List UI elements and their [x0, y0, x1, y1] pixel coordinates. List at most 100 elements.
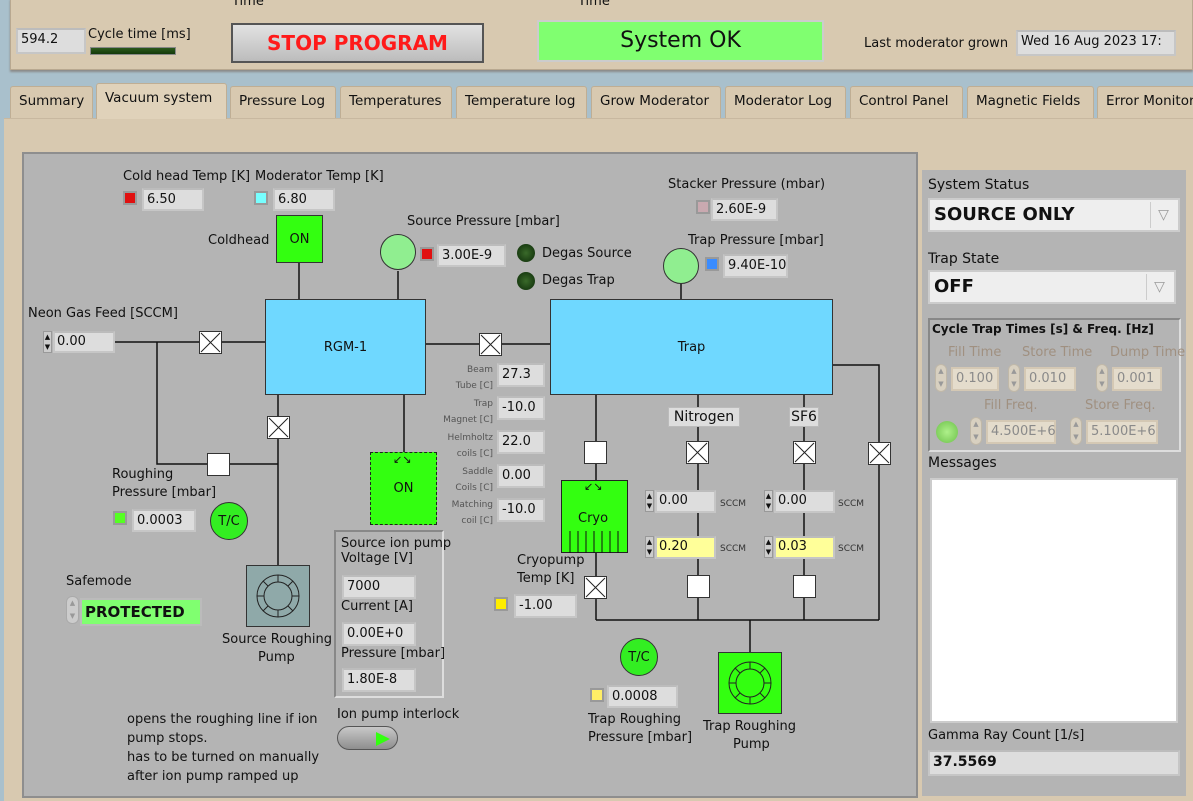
- trap-roughing-pump-label-1: Trap Roughing: [703, 719, 796, 734]
- trap-roughing-pump[interactable]: [718, 652, 782, 714]
- sccm-unit: SCCM: [838, 499, 865, 509]
- trap-magnet-temp: -10.0: [497, 396, 545, 420]
- sf6-actual-value: 0.00: [774, 490, 835, 513]
- neon-stepper[interactable]: ▲ ▼: [43, 331, 52, 353]
- ion-pump-interlock-label: Ion pump interlock: [337, 707, 460, 722]
- pressure-label: Pressure [mbar]: [341, 646, 446, 661]
- valve-cryo-roughing-icon[interactable]: [584, 576, 607, 599]
- trap-state-label: Trap State: [928, 251, 1000, 267]
- dump-time-input[interactable]: 0.001: [1112, 367, 1162, 391]
- fill-freq-stepper[interactable]: ▲ ▼: [970, 417, 982, 445]
- toggle-indicator-icon: [376, 732, 390, 746]
- fill-time-stepper[interactable]: ▲ ▼: [935, 364, 947, 392]
- cryopump-led: [494, 597, 508, 611]
- nitrogen-actual-stepper[interactable]: ▲ ▼: [645, 490, 654, 512]
- neon-gas-label: Neon Gas Feed [SCCM]: [28, 306, 178, 321]
- nitrogen-setpoint-input[interactable]: 0.20: [655, 536, 716, 559]
- fill-time-input[interactable]: 0.100: [951, 367, 999, 391]
- tc-gauge-trap: T/C: [620, 638, 658, 676]
- valve-cryo-open-icon[interactable]: [584, 441, 607, 464]
- trap-roughing-label-2: Pressure [mbar]: [588, 730, 693, 745]
- system-status-label: System Status: [928, 177, 1030, 193]
- degas-trap-led[interactable]: [517, 272, 535, 290]
- ion-pump-voltage: 7000: [342, 575, 416, 599]
- nitrogen-set-stepper[interactable]: ▲ ▼: [645, 536, 654, 558]
- cycle-trap-title: Cycle Trap Times [s] & Freq. [Hz]: [932, 322, 1154, 336]
- chevron-down-icon[interactable]: ▽: [1150, 202, 1176, 228]
- valve-sf6-icon[interactable]: [793, 441, 816, 464]
- stacker-led: [696, 200, 710, 214]
- coldhead-toggle[interactable]: ON: [276, 215, 323, 263]
- ion-pump-state: ON: [393, 481, 414, 496]
- coldhead-label: Coldhead: [208, 233, 270, 248]
- cryopump-temp-label-1: Cryopump: [517, 553, 585, 568]
- temp-label: Saddle Coils [C]: [455, 467, 493, 493]
- cold-head-led: [123, 191, 137, 205]
- valve-roughing-open-icon[interactable]: [207, 453, 230, 476]
- source-roughing-pump-label-2: Pump: [258, 650, 295, 665]
- valve-nitrogen-bottom-icon[interactable]: [687, 575, 710, 598]
- ion-pump-interlock-toggle[interactable]: [337, 726, 398, 750]
- sf6-actual-stepper[interactable]: ▲ ▼: [764, 490, 773, 512]
- degas-trap-label: Degas Trap: [542, 273, 615, 288]
- safemode-value[interactable]: PROTECTED: [80, 598, 202, 626]
- source-pressure-led: [420, 247, 434, 261]
- interlock-note: opens the roughing line if ion pump stops…: [127, 712, 320, 784]
- rgm-1-chamber: RGM-1: [265, 299, 426, 395]
- ion-pump-toggle[interactable]: ON ↙↘: [370, 452, 437, 525]
- temp-label: Matching coil [C]: [451, 500, 493, 526]
- trap-pressure-led: [705, 257, 719, 271]
- nitrogen-actual-value: 0.00: [655, 490, 716, 513]
- source-roughing-pump[interactable]: [246, 565, 310, 627]
- system-status-dropdown[interactable]: SOURCE ONLY ▽: [928, 198, 1180, 232]
- tab-vacuum-system[interactable]: Vacuum system: [96, 83, 227, 119]
- trap-state-dropdown[interactable]: OFF ▽: [928, 270, 1176, 304]
- store-time-stepper[interactable]: ▲ ▼: [1008, 364, 1020, 392]
- fill-freq-label: Fill Freq.: [984, 398, 1038, 413]
- safemode-stepper[interactable]: ▲ ▼: [66, 596, 79, 624]
- freq-led: [936, 421, 958, 443]
- dump-time-stepper[interactable]: ▲ ▼: [1096, 364, 1108, 392]
- trap-roughing-led: [590, 688, 604, 702]
- store-time-input[interactable]: 0.010: [1024, 367, 1076, 391]
- valve-neon-icon[interactable]: [199, 331, 222, 354]
- arrows-icon: ↙↘: [584, 480, 603, 493]
- gamma-ray-value: 37.5569: [928, 750, 1180, 776]
- store-time-label: Store Time: [1022, 345, 1093, 360]
- trap-state-value: OFF: [934, 276, 974, 297]
- ion-pump-title: Source ion pump: [341, 536, 452, 551]
- degas-source-led[interactable]: [517, 244, 535, 262]
- trap-roughing-label-1: Trap Roughing: [588, 712, 681, 727]
- temp-label: Trap Magnet [C]: [443, 399, 493, 425]
- cryo-pump[interactable]: ↙↘ Cryo: [561, 480, 628, 553]
- valve-rgm-trap-icon[interactable]: [479, 333, 502, 356]
- fill-freq-input[interactable]: 4.500E+6: [986, 420, 1056, 444]
- current-label: Current [A]: [341, 599, 413, 614]
- moderator-temp-label: Moderator Temp [K]: [255, 169, 384, 184]
- valve-source-roughing-icon[interactable]: [267, 416, 290, 439]
- temp-label: Beam Tube [C]: [455, 365, 493, 391]
- pump-icon: [728, 661, 772, 705]
- valve-nitrogen-icon[interactable]: [686, 441, 709, 464]
- sf6-setpoint-input[interactable]: 0.03: [774, 536, 835, 559]
- messages-textarea[interactable]: [930, 478, 1178, 723]
- safemode-label: Safemode: [66, 574, 132, 589]
- fill-time-label: Fill Time: [948, 345, 1002, 360]
- cold-head-temp-label: Cold head Temp [K]: [123, 169, 251, 184]
- valve-trap-bypass-icon[interactable]: [868, 442, 891, 465]
- neon-gas-input[interactable]: 0.00: [53, 331, 115, 353]
- trap-roughing-pressure-value: 0.0008: [607, 685, 678, 708]
- trap-pressure-value: 9.40E-10: [723, 254, 788, 278]
- valve-sf6-bottom-icon[interactable]: [793, 575, 816, 598]
- pump-icon: [256, 574, 300, 618]
- sf6-set-stepper[interactable]: ▲ ▼: [764, 536, 773, 558]
- cryo-fins-icon: [569, 531, 619, 553]
- store-freq-stepper[interactable]: ▲ ▼: [1070, 417, 1082, 445]
- gamma-ray-label: Gamma Ray Count [1/s]: [928, 728, 1085, 743]
- store-freq-input[interactable]: 5.100E+6: [1086, 420, 1158, 444]
- temp-label: Helmholtz coils [C]: [447, 433, 493, 459]
- trap-chamber: Trap: [550, 299, 833, 395]
- roughing-pressure-label-2: Pressure [mbar]: [112, 485, 217, 500]
- arrows-icon: ↙↘: [393, 453, 412, 466]
- chevron-down-icon[interactable]: ▽: [1146, 274, 1172, 300]
